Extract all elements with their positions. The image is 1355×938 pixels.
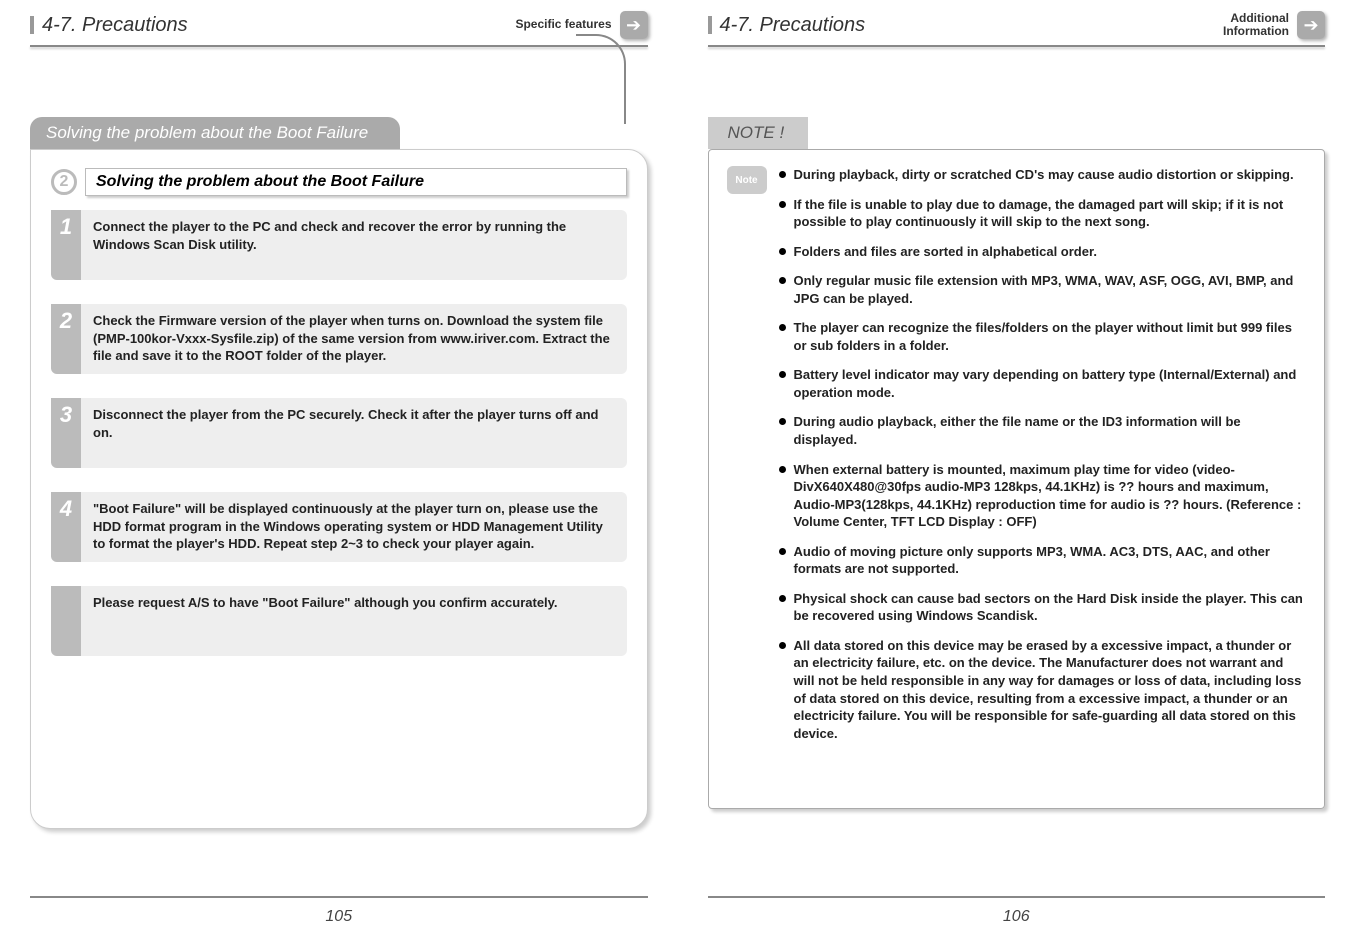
header-bar-icon <box>30 16 34 34</box>
note-text: During audio playback, either the file n… <box>794 413 1307 448</box>
bullet-icon <box>779 466 786 473</box>
step-block: 1 Connect the player to the PC and check… <box>51 210 627 280</box>
step-block: 3 Disconnect the player from the PC secu… <box>51 398 627 468</box>
note-item: Audio of moving picture only supports MP… <box>779 543 1307 578</box>
content-area-right: NOTE ! Note During playback, dirty or sc… <box>708 117 1326 809</box>
bullet-icon <box>779 371 786 378</box>
header-title-group: 4-7. Precautions <box>708 14 866 37</box>
category-line1: Additional <box>1230 11 1289 25</box>
step-block: 2 Check the Firmware version of the play… <box>51 304 627 374</box>
bottom-divider <box>708 896 1326 898</box>
subheader-title: Solving the problem about the Boot Failu… <box>85 168 627 196</box>
note-item: During playback, dirty or scratched CD's… <box>779 166 1307 184</box>
header-category-label: Additional Information <box>1223 12 1289 38</box>
note-item: During audio playback, either the file n… <box>779 413 1307 448</box>
bullet-icon <box>779 201 786 208</box>
step-number: 3 <box>51 398 81 468</box>
note-text: Audio of moving picture only supports MP… <box>794 543 1307 578</box>
circle-number-icon: 2 <box>51 169 77 195</box>
header-category-label: Specific features <box>515 18 611 31</box>
note-item: All data stored on this device may be er… <box>779 637 1307 742</box>
header-bar-icon <box>708 16 712 34</box>
page-number: 106 <box>678 908 1355 926</box>
step-text: Check the Firmware version of the player… <box>81 304 627 374</box>
bullet-icon <box>779 277 786 284</box>
header-category-group: Additional Information ➔ <box>1223 11 1325 39</box>
bullet-icon <box>779 171 786 178</box>
header-divider <box>708 45 1326 47</box>
note-body: Note During playback, dirty or scratched… <box>727 166 1307 754</box>
note-item: Physical shock can cause bad sectors on … <box>779 590 1307 625</box>
note-text: During playback, dirty or scratched CD's… <box>794 166 1307 184</box>
step-text: "Boot Failure" will be displayed continu… <box>81 492 627 562</box>
step-number: 2 <box>51 304 81 374</box>
note-text: If the file is unable to play due to dam… <box>794 196 1307 231</box>
note-item: The player can recognize the files/folde… <box>779 319 1307 354</box>
note-list: During playback, dirty or scratched CD's… <box>779 166 1307 754</box>
subheader-row: 2 Solving the problem about the Boot Fai… <box>51 168 627 196</box>
page-number: 105 <box>0 908 678 926</box>
header-title-group: 4-7. Precautions <box>30 14 188 37</box>
bullet-icon <box>779 548 786 555</box>
section-number-title: 4-7. Precautions <box>42 14 188 37</box>
bullet-icon <box>779 418 786 425</box>
step-text: Disconnect the player from the PC secure… <box>81 398 627 468</box>
note-item: Folders and files are sorted in alphabet… <box>779 243 1307 261</box>
note-icon: Note <box>727 166 767 194</box>
note-tab: NOTE ! <box>708 117 808 149</box>
step-block: 4 "Boot Failure" will be displayed conti… <box>51 492 627 562</box>
header-divider <box>30 45 648 47</box>
note-text: Physical shock can cause bad sectors on … <box>794 590 1307 625</box>
note-text: Only regular music file extension with M… <box>794 272 1307 307</box>
note-item: Battery level indicator may vary dependi… <box>779 366 1307 401</box>
curve-connector-icon <box>576 34 626 124</box>
category-line2: Information <box>1223 24 1289 38</box>
note-text: Battery level indicator may vary dependi… <box>794 366 1307 401</box>
bullet-icon <box>779 324 786 331</box>
header-left: 4-7. Precautions Specific features ➔ <box>30 10 648 40</box>
step-number: 4 <box>51 492 81 562</box>
bullet-icon <box>779 248 786 255</box>
bullet-icon <box>779 642 786 649</box>
arrow-right-icon: ➔ <box>1297 11 1325 39</box>
step-text: Connect the player to the PC and check a… <box>81 210 627 280</box>
note-item: If the file is unable to play due to dam… <box>779 196 1307 231</box>
note-item: Only regular music file extension with M… <box>779 272 1307 307</box>
note-text: Folders and files are sorted in alphabet… <box>794 243 1307 261</box>
section-tab: Solving the problem about the Boot Failu… <box>30 117 400 149</box>
note-text: All data stored on this device may be er… <box>794 637 1307 742</box>
page-right: 4-7. Precautions Additional Information … <box>678 0 1355 938</box>
step-number-empty <box>51 586 81 656</box>
note-panel: Note During playback, dirty or scratched… <box>708 149 1326 809</box>
bottom-divider <box>30 896 648 898</box>
main-panel: 2 Solving the problem about the Boot Fai… <box>30 149 648 829</box>
arrow-right-icon: ➔ <box>620 11 648 39</box>
step-number: 1 <box>51 210 81 280</box>
header-right-page: 4-7. Precautions Additional Information … <box>708 10 1326 40</box>
page-left: 4-7. Precautions Specific features ➔ Sol… <box>0 0 678 938</box>
note-text: The player can recognize the files/folde… <box>794 319 1307 354</box>
step-text: Please request A/S to have "Boot Failure… <box>81 586 627 656</box>
section-number-title: 4-7. Precautions <box>720 14 866 37</box>
note-item: When external battery is mounted, maximu… <box>779 461 1307 531</box>
note-text: When external battery is mounted, maximu… <box>794 461 1307 531</box>
content-area-left: Solving the problem about the Boot Failu… <box>30 117 648 829</box>
step-block: Please request A/S to have "Boot Failure… <box>51 586 627 656</box>
bullet-icon <box>779 595 786 602</box>
